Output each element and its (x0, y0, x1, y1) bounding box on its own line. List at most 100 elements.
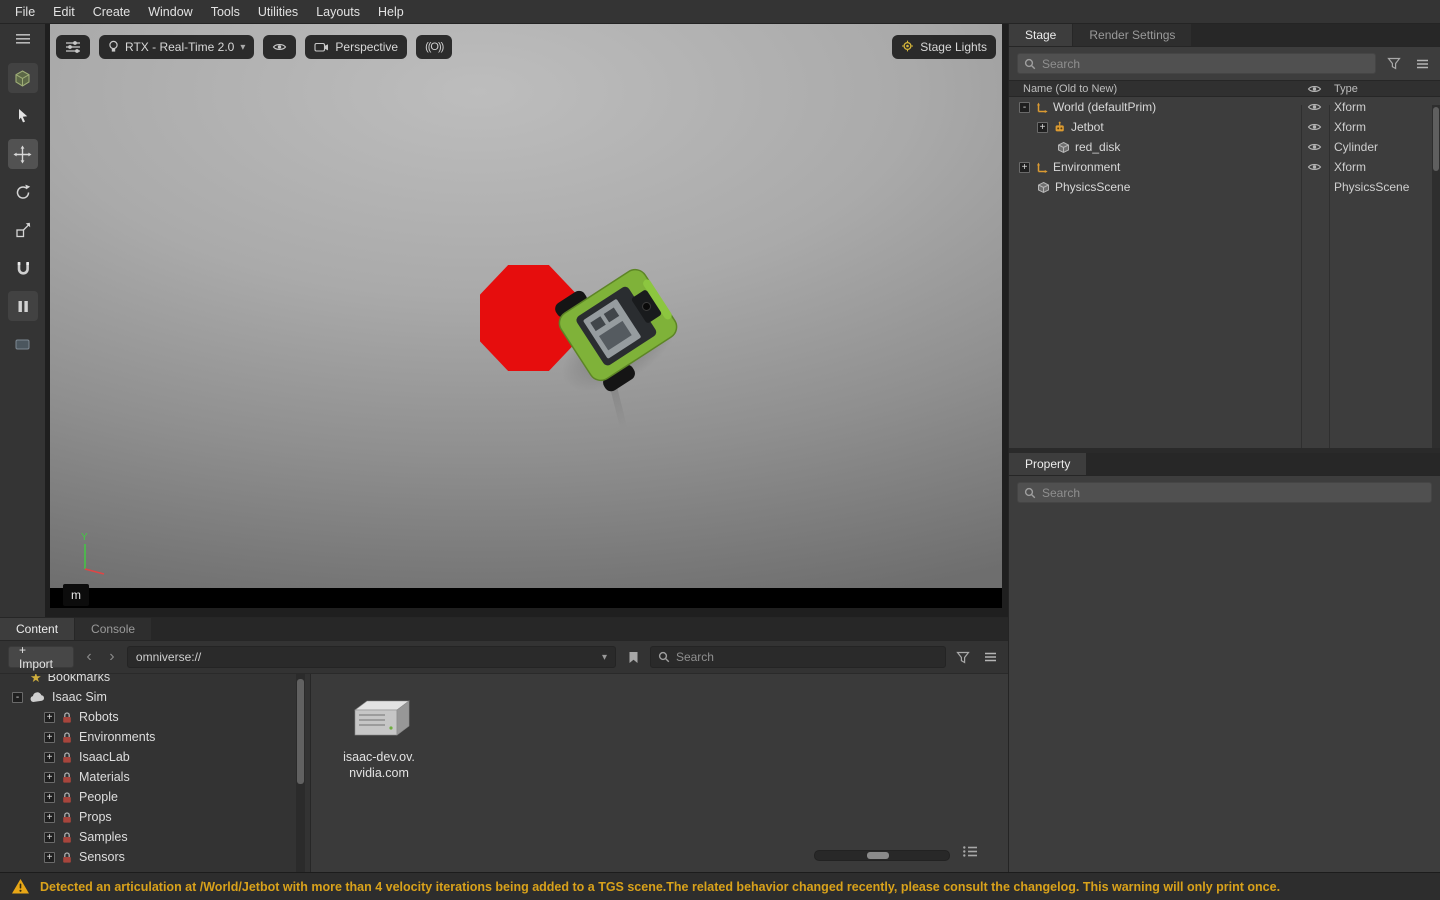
thumbnail-size-slider[interactable] (814, 850, 950, 861)
tree-item-samples[interactable]: + Samples (0, 827, 310, 847)
tree-item-isaaclab[interactable]: + IsaacLab (0, 747, 310, 767)
stage-row-world[interactable]: - World (defaultPrim) (1009, 97, 1440, 117)
stage-row-jetbot[interactable]: + Jetbot (1009, 117, 1440, 137)
import-button[interactable]: + Import (8, 646, 74, 668)
tab-render-settings[interactable]: Render Settings (1073, 24, 1191, 46)
stage-lights-button[interactable]: Stage Lights (892, 35, 996, 59)
camera-select[interactable]: Perspective (305, 35, 407, 59)
tree-item-robots[interactable]: + Robots (0, 707, 310, 727)
visibility-toggle[interactable] (1300, 102, 1328, 112)
expand-toggle[interactable]: + (44, 792, 55, 803)
snap-tool-button[interactable] (8, 253, 38, 283)
path-bar[interactable]: ▾ (127, 646, 616, 668)
cloud-icon (29, 691, 46, 703)
server-drive-icon (345, 694, 413, 742)
forward-button[interactable]: › (104, 646, 120, 668)
visibility-toggle[interactable] (1300, 122, 1328, 132)
tree-item-sensors[interactable]: + Sensors (0, 847, 310, 867)
tab-console[interactable]: Console (75, 618, 151, 640)
bookmark-button[interactable] (623, 647, 643, 667)
stage-row-physics-scene[interactable]: PhysicsScene PhysicsScene (1009, 177, 1440, 197)
select-tool-button[interactable] (8, 101, 38, 131)
visibility-toggle[interactable] (1300, 162, 1328, 172)
expand-toggle[interactable]: + (44, 772, 55, 783)
menu-utilities[interactable]: Utilities (249, 2, 307, 22)
menu-tools[interactable]: Tools (202, 2, 249, 22)
rotate-tool-button[interactable] (8, 177, 38, 207)
viewport-bottom-bar: m (50, 588, 1002, 608)
tab-content[interactable]: Content (0, 618, 74, 640)
expand-toggle[interactable]: + (1037, 122, 1048, 133)
tree-item-materials[interactable]: + Materials (0, 767, 310, 787)
column-type[interactable]: Type (1328, 83, 1432, 95)
collapse-toggle[interactable]: - (12, 692, 23, 703)
slider-thumb[interactable] (867, 852, 889, 859)
menu-edit[interactable]: Edit (44, 2, 84, 22)
visibility-toggle[interactable] (1300, 142, 1328, 152)
expand-toggle[interactable]: + (1019, 162, 1030, 173)
stage-options-button[interactable] (1412, 54, 1432, 74)
property-search[interactable] (1017, 482, 1432, 503)
tree-item-environments[interactable]: + Environments (0, 727, 310, 747)
content-search-input[interactable] (676, 650, 938, 664)
visibility-menu-button[interactable] (263, 35, 296, 59)
path-input[interactable] (136, 650, 602, 664)
viewport[interactable]: RTX - Real-Time 2.0 ▾ (45, 24, 1008, 617)
live-sync-button[interactable]: ((O)) (416, 35, 452, 59)
content-file-area[interactable]: isaac-dev.ov. nvidia.com (310, 674, 1008, 872)
tree-item-label: Props (79, 810, 112, 824)
content-body: ★ Bookmarks - Isaac Sim + (0, 674, 1008, 872)
tree-scrollbar-thumb[interactable] (297, 679, 304, 784)
layers-button[interactable] (8, 329, 38, 359)
expand-toggle[interactable]: + (44, 752, 55, 763)
menu-window[interactable]: Window (139, 2, 201, 22)
expand-toggle[interactable]: + (44, 712, 55, 723)
stage-search[interactable] (1017, 53, 1376, 74)
expand-toggle[interactable]: + (44, 812, 55, 823)
tree-item-isaac-sim[interactable]: - Isaac Sim (0, 687, 310, 707)
menu-file[interactable]: File (6, 2, 44, 22)
menu-create[interactable]: Create (84, 2, 140, 22)
stage-row-environment[interactable]: + Environment (1009, 157, 1440, 177)
stage-row-red-disk[interactable]: red_disk Cylinder (1009, 137, 1440, 157)
menu-help[interactable]: Help (369, 2, 413, 22)
tree-scrollbar[interactable] (296, 674, 305, 872)
viewport-settings-button[interactable] (56, 35, 90, 59)
tree-item-people[interactable]: + People (0, 787, 310, 807)
property-search-input[interactable] (1042, 486, 1425, 500)
tab-property[interactable]: Property (1009, 453, 1086, 475)
selection-mode-button[interactable] (8, 63, 38, 93)
collapse-toggle[interactable]: - (1019, 102, 1030, 113)
prim-type: PhysicsScene (1328, 180, 1432, 194)
view-mode-button[interactable] (962, 845, 978, 863)
expand-toggle[interactable]: + (44, 732, 55, 743)
tree-item-label: IsaacLab (79, 750, 130, 764)
content-options-button[interactable] (980, 647, 1000, 667)
stage-tree-header[interactable]: Name (Old to New) Type (1009, 80, 1440, 97)
path-dropdown-icon[interactable]: ▾ (602, 652, 607, 663)
stage-filter-button[interactable] (1384, 54, 1404, 74)
pause-button[interactable] (8, 291, 38, 321)
tree-item-props[interactable]: + Props (0, 807, 310, 827)
viewport-3d-scene[interactable]: RTX - Real-Time 2.0 ▾ (50, 24, 1002, 588)
toolbar-menu-button[interactable] (8, 29, 38, 49)
column-divider (1301, 105, 1302, 448)
back-button[interactable]: ‹ (81, 646, 97, 668)
tree-item-bookmarks[interactable]: ★ Bookmarks (0, 674, 310, 687)
menu-layouts[interactable]: Layouts (307, 2, 369, 22)
renderer-select[interactable]: RTX - Real-Time 2.0 ▾ (99, 35, 254, 59)
column-name[interactable]: Name (Old to New) (1009, 83, 1300, 95)
stage-search-input[interactable] (1042, 57, 1369, 71)
expand-toggle[interactable]: + (44, 832, 55, 843)
column-visibility[interactable] (1300, 84, 1328, 94)
prim-type: Xform (1328, 160, 1432, 174)
expand-toggle[interactable]: + (44, 852, 55, 863)
scale-tool-button[interactable] (8, 215, 38, 245)
tab-stage[interactable]: Stage (1009, 24, 1072, 46)
content-search[interactable] (650, 646, 946, 668)
asset-item-server[interactable]: isaac-dev.ov. nvidia.com (331, 694, 427, 782)
stage-scrollbar-thumb[interactable] (1433, 107, 1439, 171)
content-filter-button[interactable] (953, 647, 973, 667)
stage-scrollbar[interactable] (1432, 105, 1440, 448)
move-tool-button[interactable] (8, 139, 38, 169)
